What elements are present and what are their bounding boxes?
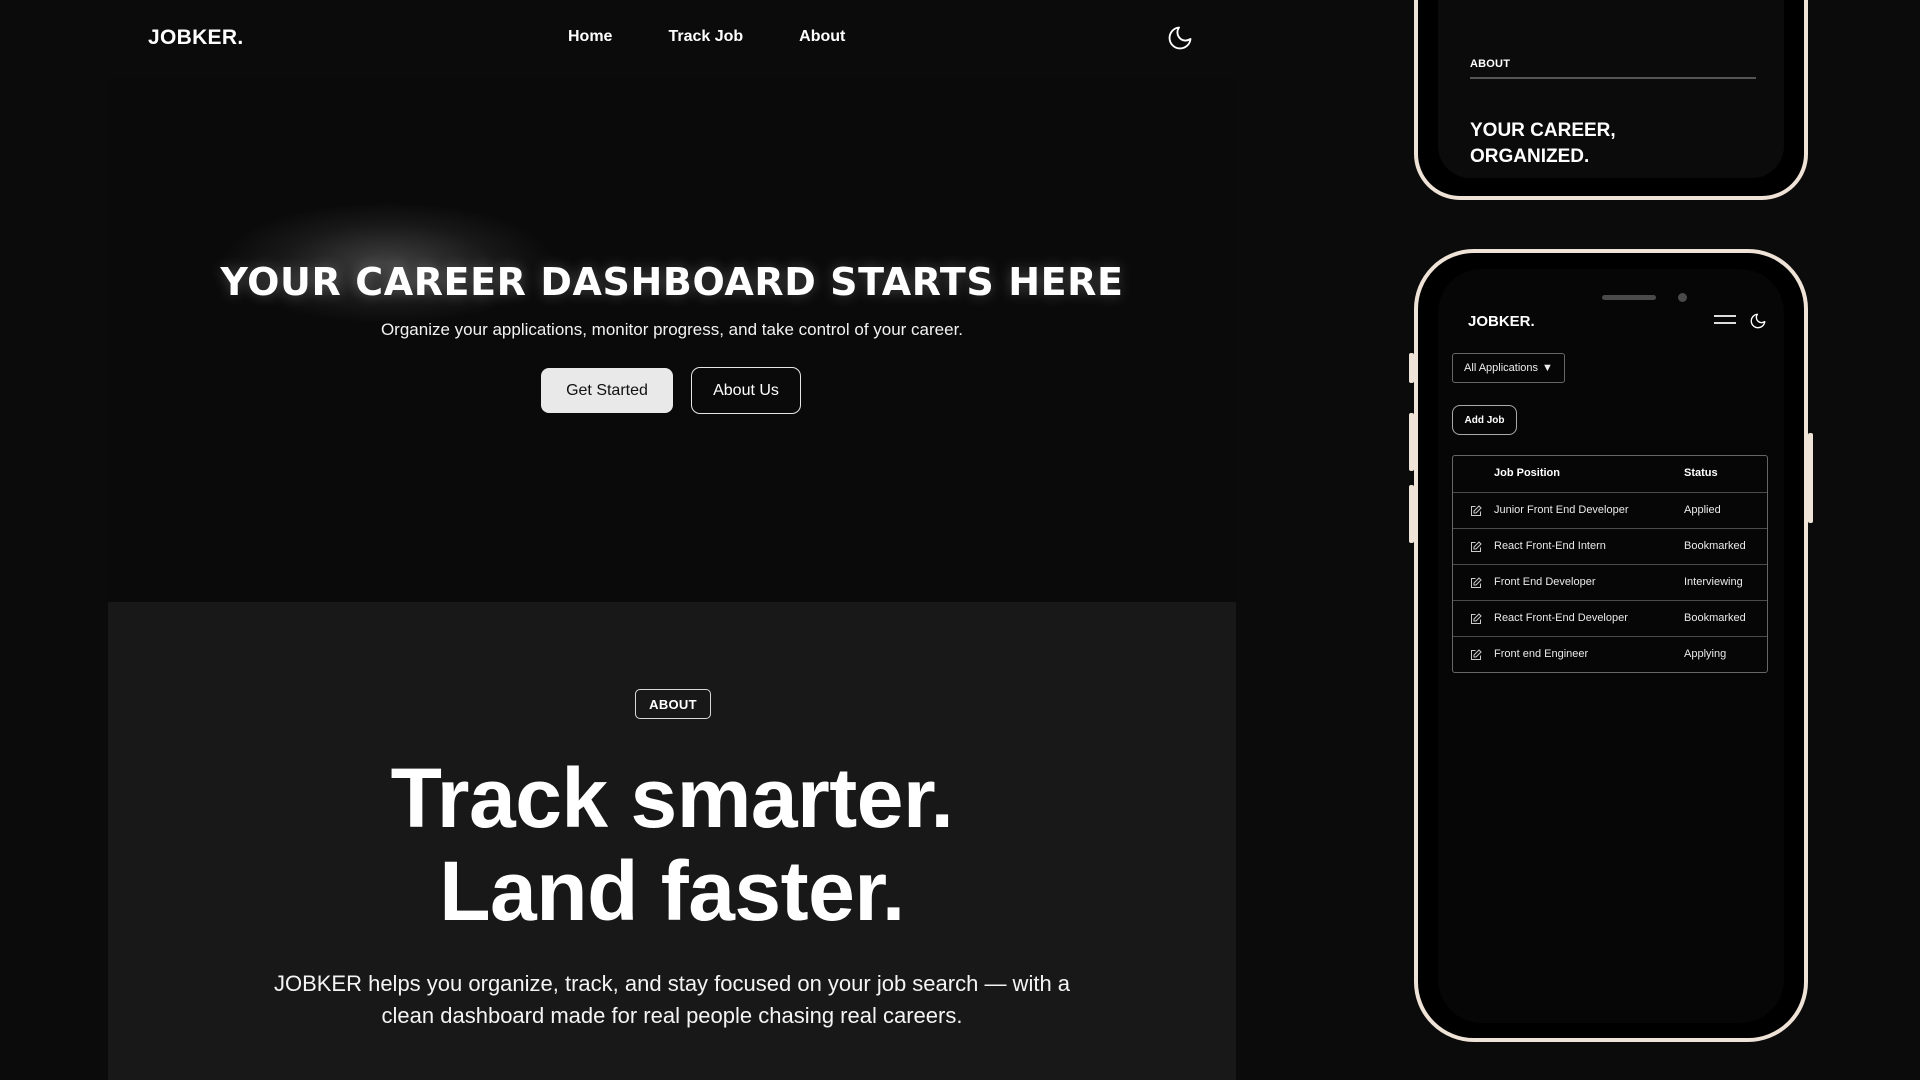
job-position: Front End Developer — [1494, 576, 1596, 588]
edit-icon[interactable] — [1470, 541, 1482, 553]
nav-links: Home Track Job About — [568, 28, 845, 46]
header-job-position: Job Position — [1494, 467, 1560, 479]
logo[interactable]: JOBKER. — [148, 26, 243, 50]
about-title-line1: Track smarter. — [390, 751, 954, 845]
phone-main-screen: JOBKER. All Applications ▼ Add Job Job P… — [1438, 269, 1784, 1023]
nav-link-about[interactable]: About — [799, 28, 845, 46]
phone-camera — [1678, 293, 1687, 302]
hero-subtitle: Organize your applications, monitor prog… — [380, 320, 964, 339]
edit-icon[interactable] — [1470, 577, 1482, 589]
nav-link-track-job[interactable]: Track Job — [668, 28, 743, 46]
phone-side-button — [1808, 433, 1813, 523]
job-status: Bookmarked — [1684, 540, 1746, 552]
about-title: Track smarter. Land faster. — [108, 752, 1236, 938]
about-us-button[interactable]: About Us — [691, 367, 801, 414]
table-row[interactable]: Junior Front End Developer Applied — [1453, 492, 1767, 528]
phone-side-button — [1409, 413, 1414, 471]
about-badge: ABOUT — [635, 689, 711, 719]
phone-mockup-top: ABOUT YOUR CAREER, ORGANIZED. — [1414, 0, 1808, 200]
table-row[interactable]: React Front-End Intern Bookmarked — [1453, 528, 1767, 564]
job-position: React Front-End Developer — [1494, 612, 1628, 624]
phone-side-button — [1409, 353, 1414, 383]
hero-title: YOUR CAREER DASHBOARD STARTS HERE — [220, 260, 1124, 304]
table-header-row: Job Position Status — [1453, 456, 1767, 492]
applications-filter-select[interactable]: All Applications ▼ — [1452, 353, 1565, 383]
top-nav: JOBKER. Home Track Job About — [108, 0, 1236, 78]
phone-about-title-line2: ORGANIZED. — [1470, 146, 1590, 167]
job-status: Applied — [1684, 504, 1721, 516]
edit-icon[interactable] — [1470, 613, 1482, 625]
moon-icon[interactable] — [1166, 24, 1194, 52]
job-status: Bookmarked — [1684, 612, 1746, 624]
phone-about-title: YOUR CAREER, ORGANIZED. — [1470, 118, 1616, 170]
edit-icon[interactable] — [1470, 649, 1482, 661]
moon-icon[interactable] — [1749, 312, 1767, 330]
job-status: Interviewing — [1684, 576, 1743, 588]
about-title-line2: Land faster. — [439, 844, 905, 938]
header-status: Status — [1684, 467, 1718, 479]
phone-about-label: ABOUT — [1470, 58, 1511, 70]
desktop-site: JOBKER. Home Track Job About YOUR CAREER… — [108, 0, 1236, 1080]
table-row[interactable]: Front End Developer Interviewing — [1453, 564, 1767, 600]
phone-top-screen: ABOUT YOUR CAREER, ORGANIZED. — [1438, 0, 1784, 178]
job-position: Front end Engineer — [1494, 648, 1589, 660]
phone-side-button — [1409, 485, 1414, 543]
phone-mockup-main: JOBKER. All Applications ▼ Add Job Job P… — [1409, 249, 1813, 1042]
table-row[interactable]: React Front-End Developer Bookmarked — [1453, 600, 1767, 636]
hero-section: YOUR CAREER DASHBOARD STARTS HERE Organi… — [108, 78, 1236, 602]
phone-speaker — [1602, 295, 1656, 300]
hamburger-icon[interactable] — [1714, 315, 1736, 329]
phone-about-title-line1: YOUR CAREER, — [1470, 120, 1616, 141]
job-position: React Front-End Intern — [1494, 540, 1606, 552]
filter-select-value: All Applications — [1464, 362, 1539, 374]
mobile-logo[interactable]: JOBKER. — [1468, 313, 1535, 330]
add-job-button[interactable]: Add Job — [1452, 405, 1517, 435]
jobs-table: Job Position Status Junior Front End Dev… — [1452, 455, 1768, 673]
about-section: ABOUT Track smarter. Land faster. JOBKER… — [108, 602, 1236, 1080]
chevron-down-icon: ▼ — [1542, 362, 1553, 374]
about-description: JOBKER helps you organize, track, and st… — [273, 971, 1071, 1028]
get-started-button[interactable]: Get Started — [541, 368, 673, 413]
phone-about-divider — [1470, 77, 1756, 79]
edit-icon[interactable] — [1470, 505, 1482, 517]
nav-link-home[interactable]: Home — [568, 28, 612, 46]
job-status: Applying — [1684, 648, 1727, 660]
table-row[interactable]: Front end Engineer Applying — [1453, 636, 1767, 672]
job-position: Junior Front End Developer — [1494, 504, 1629, 516]
